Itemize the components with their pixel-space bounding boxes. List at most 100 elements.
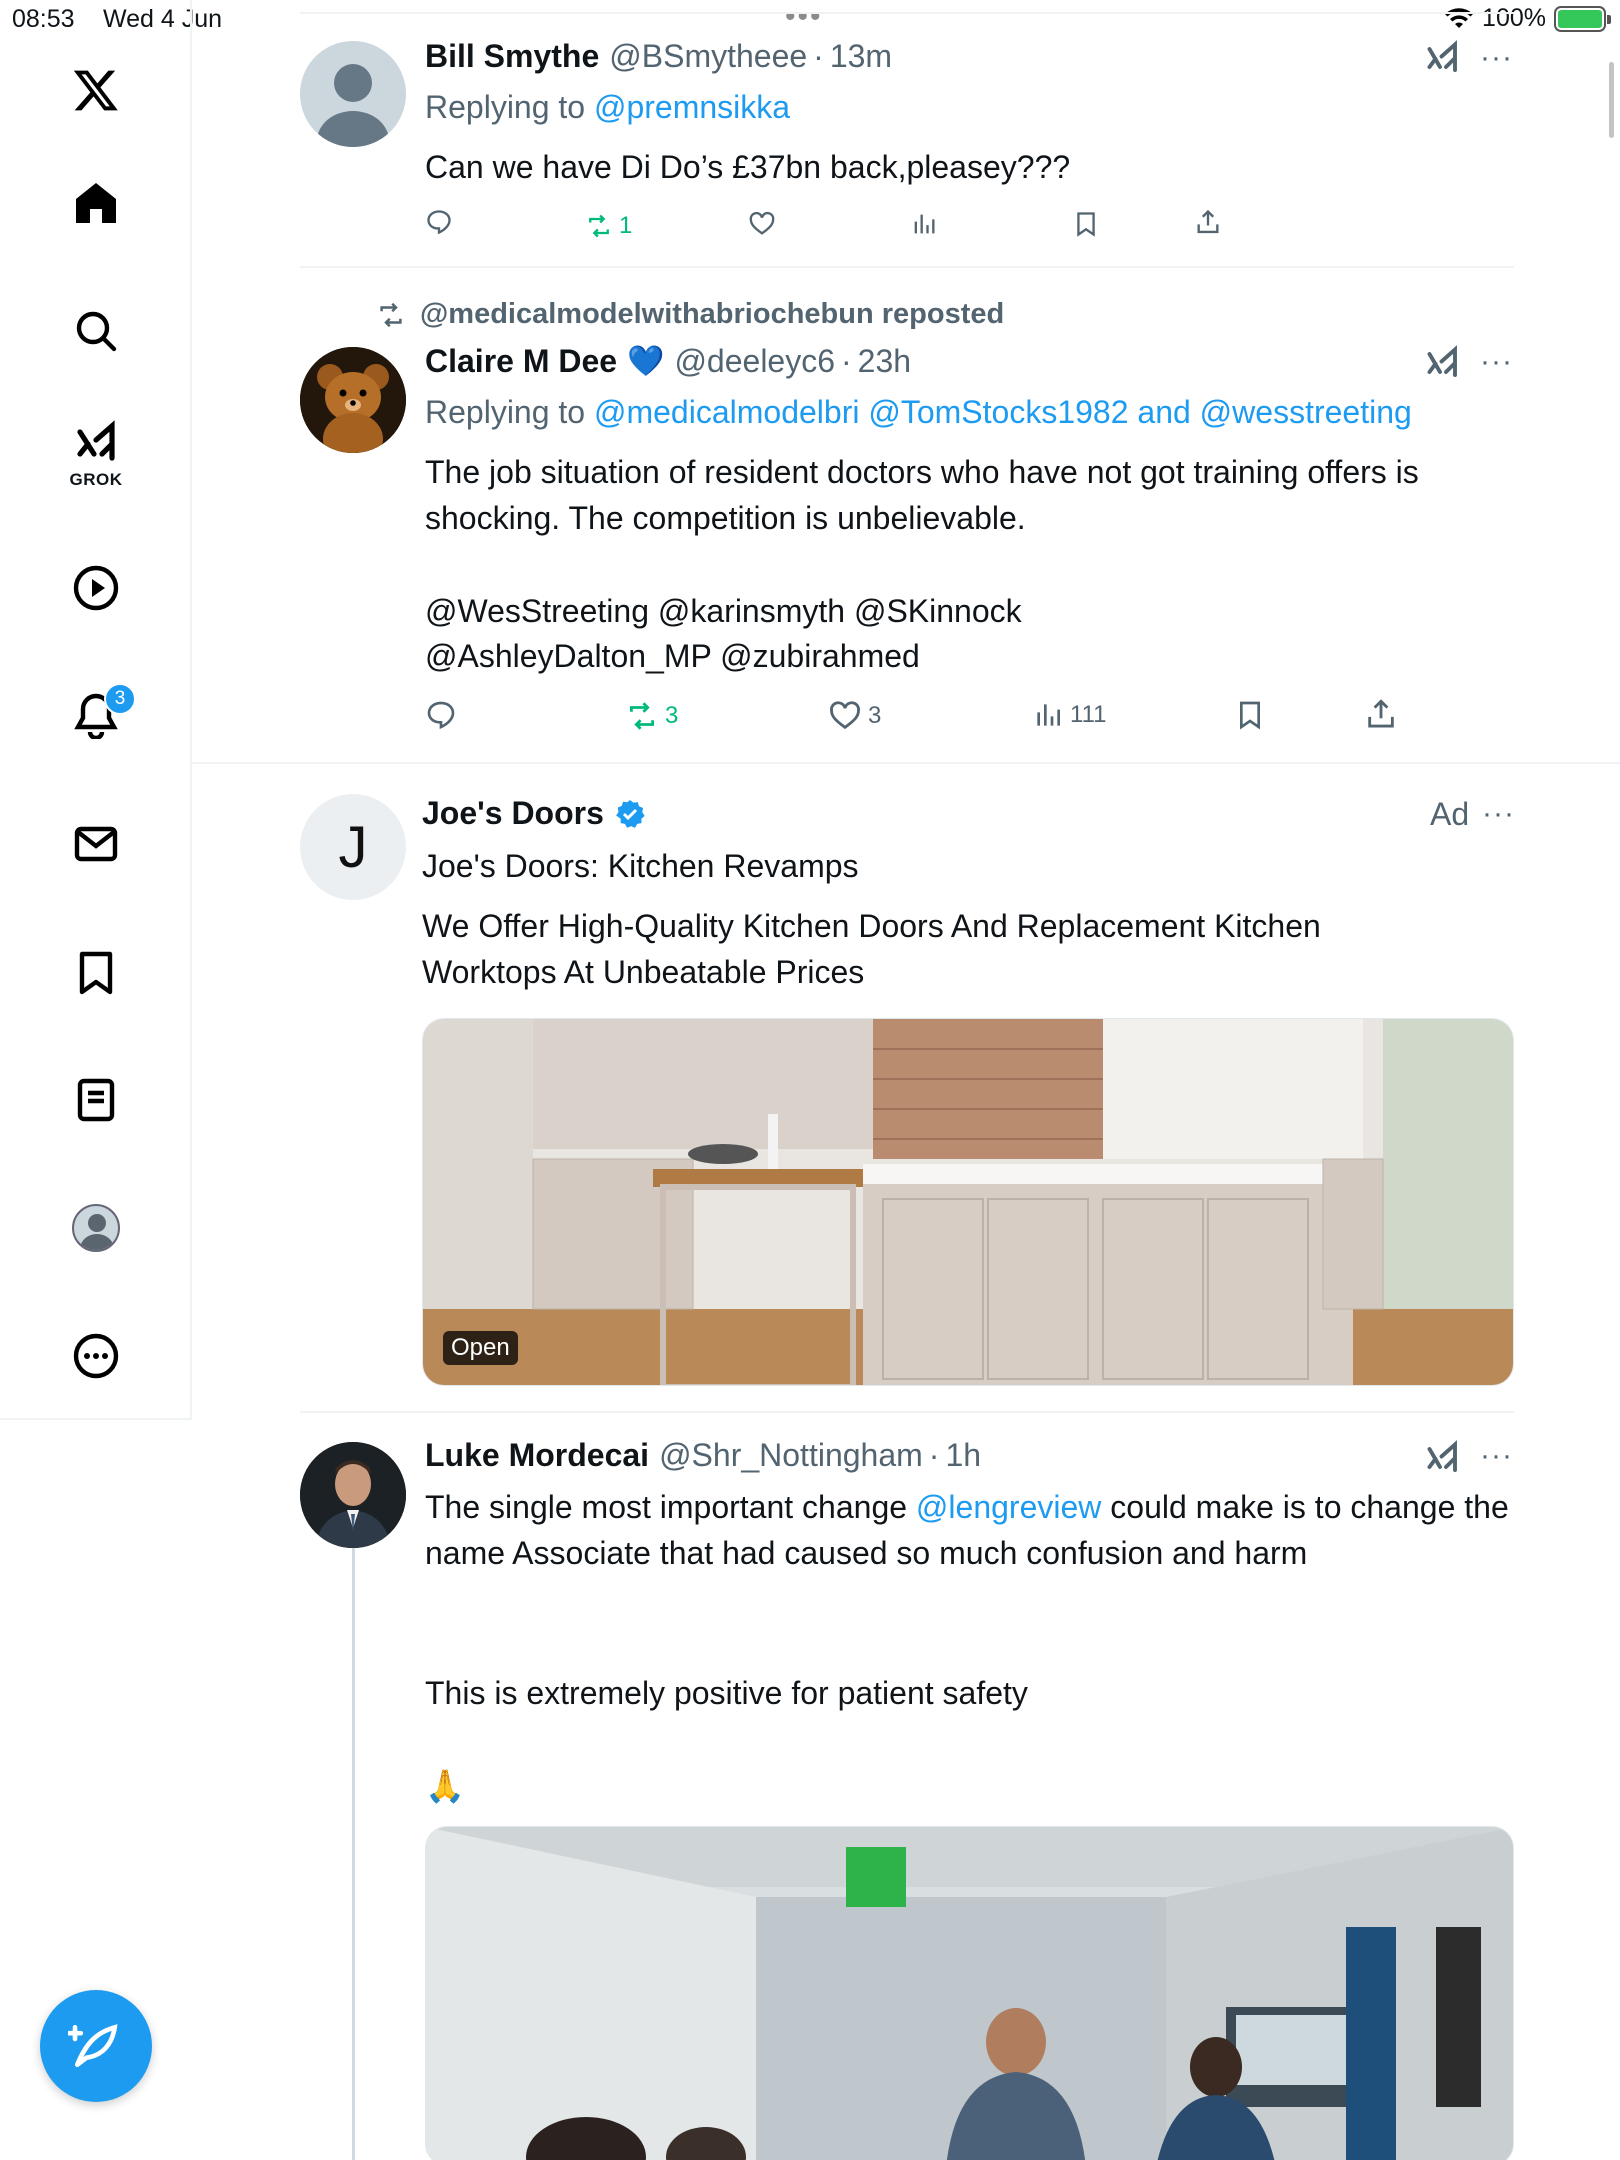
repost-icon bbox=[380, 302, 402, 327]
tweet-header: Bill Smythe @BSmytheee · 13m bbox=[425, 38, 892, 75]
share-button[interactable] bbox=[1364, 697, 1398, 731]
divider bbox=[192, 762, 1620, 764]
mention-link[interactable]: @lengreview bbox=[916, 1489, 1101, 1525]
notifications-bell-icon[interactable]: 3 bbox=[60, 679, 136, 751]
thread-connector-line bbox=[352, 1510, 355, 2160]
tweet-header: Joe's Doors bbox=[422, 795, 646, 832]
grok-label: GROK bbox=[69, 470, 123, 489]
ad-kitchen-image[interactable]: Open bbox=[422, 1018, 1514, 1386]
tweet-header: Luke Mordecai @Shr_Nottingham · 1h bbox=[425, 1437, 981, 1474]
more-options-icon[interactable] bbox=[60, 1320, 132, 1392]
scrollbar[interactable] bbox=[1609, 62, 1614, 138]
repost-count: 3 bbox=[665, 702, 679, 729]
bookmarks-icon[interactable] bbox=[60, 937, 132, 1009]
more-menu-icon[interactable]: ··· bbox=[1480, 1441, 1513, 1471]
replying-and[interactable]: and bbox=[1129, 394, 1200, 430]
status-bar: 08:53 Wed 4 Jun ••• 100% bbox=[0, 0, 1620, 40]
repost-count: 1 bbox=[619, 212, 633, 239]
author-name[interactable]: Bill Smythe bbox=[425, 38, 599, 75]
grok-explain-icon[interactable] bbox=[1425, 345, 1461, 381]
profile-avatar-icon[interactable] bbox=[60, 1192, 132, 1264]
grok-icon[interactable]: GROK bbox=[60, 418, 132, 490]
author-handle[interactable]: @deeleyc6 bbox=[674, 343, 835, 380]
repost-button[interactable]: 3 bbox=[625, 699, 678, 733]
heart-icon bbox=[830, 701, 860, 730]
avatar-letter[interactable]: J bbox=[300, 794, 406, 900]
compose-post-button[interactable] bbox=[40, 1990, 152, 2102]
repost-note[interactable]: @medicalmodelwithabriochebun reposted bbox=[420, 298, 1004, 331]
notification-badge: 3 bbox=[104, 683, 136, 715]
ad-headline[interactable]: Joe's Doors: Kitchen Revamps bbox=[422, 843, 1522, 889]
home-icon[interactable] bbox=[60, 167, 132, 239]
divider bbox=[300, 12, 1514, 14]
tweet-header: Claire M Dee 💙 @deeleyc6 · 23h bbox=[425, 343, 911, 380]
avatar-letter-j: J bbox=[338, 814, 368, 880]
hospital-corridor-image[interactable] bbox=[425, 1826, 1514, 2160]
repost-context: @medicalmodelwithabriochebun reposted bbox=[376, 298, 1004, 331]
hospital-photo bbox=[426, 1827, 1513, 2160]
ad-label: Ad bbox=[1430, 796, 1470, 832]
separator: · bbox=[841, 343, 852, 379]
more-menu-icon[interactable]: ··· bbox=[1482, 799, 1515, 829]
reply-button[interactable] bbox=[425, 208, 453, 236]
author-name[interactable]: Joe's Doors bbox=[422, 795, 604, 832]
reply-button[interactable] bbox=[425, 699, 457, 731]
x-logo-icon[interactable] bbox=[60, 54, 132, 126]
author-handle[interactable]: @BSmytheee bbox=[609, 38, 807, 75]
tweet-mentions-line-1[interactable]: @WesStreeting @karinsmyth @SKinnock bbox=[425, 588, 1515, 634]
messages-envelope-icon[interactable] bbox=[60, 808, 132, 880]
grok-explain-icon[interactable] bbox=[1425, 1440, 1461, 1476]
lists-icon[interactable] bbox=[60, 1064, 132, 1136]
reply-icon bbox=[427, 701, 455, 730]
separator: · bbox=[928, 1437, 940, 1473]
tweet-text: The job situation of resident doctors wh… bbox=[425, 454, 1419, 536]
divider bbox=[300, 266, 1514, 268]
multitasking-dots-icon[interactable]: ••• bbox=[785, 2, 823, 32]
reply-icon bbox=[427, 210, 451, 235]
bookmark-icon bbox=[1077, 212, 1095, 237]
share-icon bbox=[1197, 209, 1219, 234]
post-time[interactable]: 23h bbox=[858, 343, 911, 380]
like-button[interactable] bbox=[748, 210, 776, 238]
grok-explain-icon[interactable] bbox=[1425, 40, 1461, 76]
author-name[interactable]: Luke Mordecai bbox=[425, 1437, 649, 1474]
compose-feather-icon bbox=[68, 2024, 118, 2067]
repost-button[interactable]: 1 bbox=[585, 212, 632, 240]
mention-link[interactable]: @premnsikka bbox=[594, 89, 790, 125]
tweet-mentions-line-2[interactable]: @AshleyDalton_MP @zubirahmed bbox=[425, 633, 1515, 679]
author-handle[interactable]: @Shr_Nottingham bbox=[659, 1437, 923, 1474]
sidebar: GROK 3 bbox=[0, 0, 192, 1420]
replying-to: Replying to @premnsikka bbox=[425, 89, 790, 126]
avatar-default[interactable] bbox=[300, 41, 406, 147]
video-play-icon[interactable] bbox=[60, 552, 132, 624]
tweet-text-2: This is extremely positive for patient s… bbox=[425, 1675, 1028, 1711]
search-icon[interactable] bbox=[60, 295, 132, 367]
share-icon bbox=[1368, 699, 1394, 728]
mention-link[interactable]: @medicalmodelbri @TomStocks1982 bbox=[594, 394, 1129, 430]
open-label[interactable]: Open bbox=[443, 1331, 518, 1365]
bookmark-icon bbox=[1240, 701, 1260, 730]
battery-percent: 100% bbox=[1482, 4, 1546, 32]
kitchen-photo bbox=[423, 1019, 1513, 1385]
divider bbox=[300, 1411, 1514, 1413]
tweet-text: Can we have Di Do’s £37bn back,pleasey??… bbox=[425, 149, 1071, 185]
bookmark-button[interactable] bbox=[1234, 699, 1266, 731]
post-time[interactable]: 1h bbox=[945, 1437, 981, 1474]
battery-icon bbox=[1554, 5, 1611, 32]
tweet-text-prefix: The single most important change bbox=[425, 1489, 916, 1525]
share-button[interactable] bbox=[1194, 208, 1222, 236]
view-count: 111 bbox=[1070, 701, 1107, 728]
more-menu-icon[interactable]: ··· bbox=[1480, 347, 1513, 377]
like-button[interactable]: 3 bbox=[828, 699, 881, 733]
wifi-icon bbox=[1445, 7, 1474, 28]
more-menu-icon[interactable]: ··· bbox=[1480, 43, 1513, 73]
mention-link[interactable]: @wesstreeting bbox=[1200, 394, 1412, 430]
views-button[interactable]: 111 bbox=[1032, 699, 1106, 731]
author-name[interactable]: Claire M Dee bbox=[425, 343, 617, 380]
bookmark-button[interactable] bbox=[1072, 210, 1100, 238]
views-icon bbox=[1037, 704, 1060, 726]
post-time[interactable]: 13m bbox=[830, 38, 892, 75]
avatar-photo[interactable] bbox=[300, 1442, 406, 1548]
views-button[interactable] bbox=[910, 210, 938, 238]
avatar-teddy-bear[interactable] bbox=[300, 347, 406, 453]
